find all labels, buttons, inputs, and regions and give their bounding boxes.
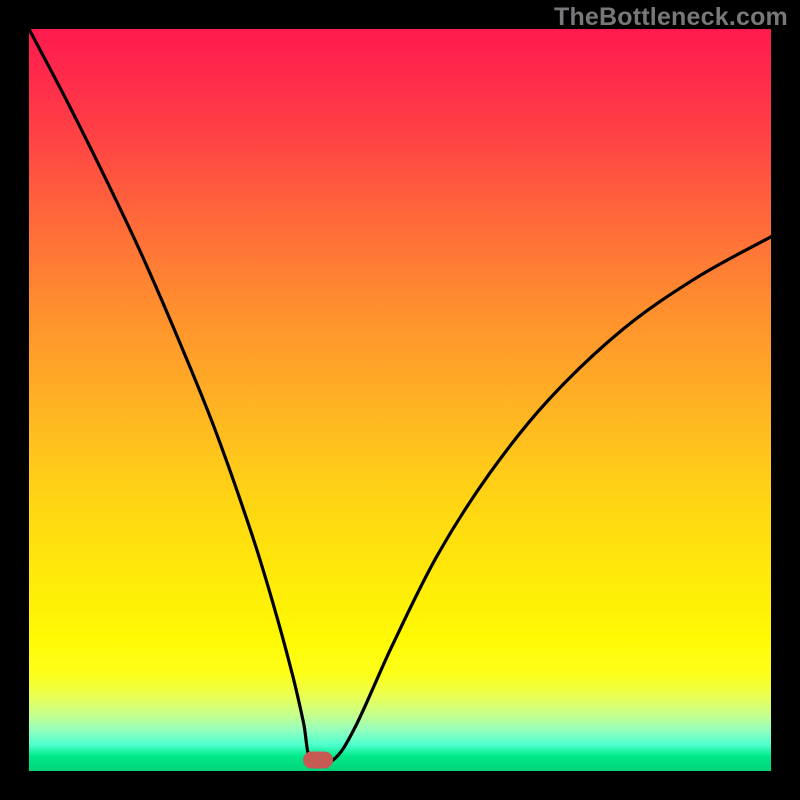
chart-frame: TheBottleneck.com xyxy=(0,0,800,800)
optimal-marker xyxy=(303,751,333,768)
watermark-text: TheBottleneck.com xyxy=(554,3,788,32)
bottleneck-curve xyxy=(29,29,771,771)
plot-area xyxy=(29,29,771,771)
